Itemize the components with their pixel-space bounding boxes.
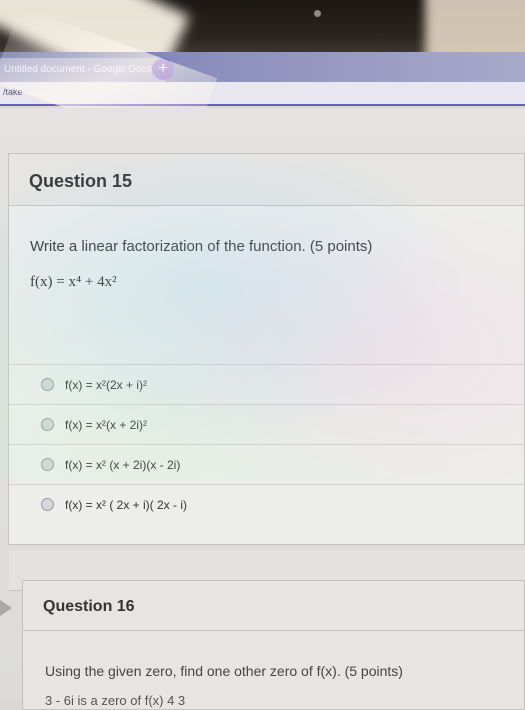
question-prompt: Write a linear factorization of the func…	[30, 238, 373, 255]
question-function: 3 - 6i is a zero of f(x) 4 3	[45, 693, 186, 708]
question-header: Question 16	[23, 581, 524, 631]
question-header: Question 15	[9, 154, 524, 206]
question-card: Question 16 Using the given zero, find o…	[22, 580, 525, 710]
browser-tab-strip: Untitled document - Google Docs	[0, 52, 525, 82]
new-tab-button[interactable]: +	[152, 58, 174, 80]
answer-option[interactable]: f(x) = x² ( 2x + i)( 2x - i)	[9, 484, 525, 524]
radio-button-icon[interactable]	[41, 458, 54, 471]
question-function: f(x) = x⁴ + 4x²	[30, 274, 117, 290]
radio-button-icon[interactable]	[41, 498, 54, 511]
answer-options: f(x) = x²(2x + i)² f(x) = x²(x + 2i)² f(…	[9, 364, 525, 524]
browser-tab-title: Untitled document - Google Docs	[4, 64, 152, 75]
answer-option-label: f(x) = x² (x + 2i)(x - 2i)	[65, 457, 181, 472]
screen-glare	[0, 0, 190, 52]
address-bar[interactable]: /take	[0, 82, 525, 106]
radio-button-icon[interactable]	[41, 418, 54, 431]
question-prompt: Using the given zero, find one other zer…	[45, 663, 403, 679]
webcam	[314, 10, 321, 17]
answer-option-label: f(x) = x² ( 2x + i)( 2x - i)	[65, 497, 188, 512]
address-bar-url: /take	[3, 87, 23, 97]
answer-option-label: f(x) = x²(x + 2i)²	[65, 417, 148, 432]
question-title: Question 16	[43, 598, 135, 615]
answer-option[interactable]: f(x) = x²(2x + i)²	[9, 364, 525, 404]
radio-button-icon[interactable]	[41, 378, 54, 391]
answer-option[interactable]: f(x) = x²(x + 2i)²	[9, 404, 525, 444]
question-title: Question 15	[29, 171, 133, 191]
browser-tab[interactable]: Untitled document - Google Docs	[0, 58, 165, 82]
answer-option-label: f(x) = x²(2x + i)²	[65, 377, 148, 392]
flag-question-icon[interactable]	[0, 600, 12, 616]
quiz-page: Question 15 Write a linear factorization…	[0, 108, 525, 710]
question-card: Question 15 Write a linear factorization…	[8, 153, 525, 591]
monitor-bezel	[0, 0, 525, 52]
screen-glare	[425, 0, 525, 52]
answer-option[interactable]: f(x) = x² (x + 2i)(x - 2i)	[9, 444, 525, 484]
